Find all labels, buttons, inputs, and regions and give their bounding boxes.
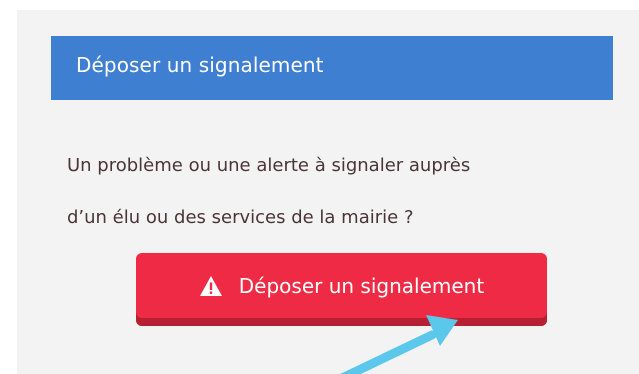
submit-report-button[interactable]: Déposer un signalement	[136, 253, 547, 326]
submit-report-label: Déposer un signalement	[238, 273, 485, 298]
panel-title: Déposer un signalement	[76, 53, 324, 77]
panel-description: Un problème ou une alerte à signaler aup…	[67, 140, 607, 244]
panel-header: Déposer un signalement	[51, 36, 613, 100]
description-line-2: d’un élu ou des services de la mairie ?	[67, 207, 414, 228]
description-line-1: Un problème ou une alerte à signaler aup…	[67, 155, 471, 176]
warning-icon	[199, 275, 222, 296]
